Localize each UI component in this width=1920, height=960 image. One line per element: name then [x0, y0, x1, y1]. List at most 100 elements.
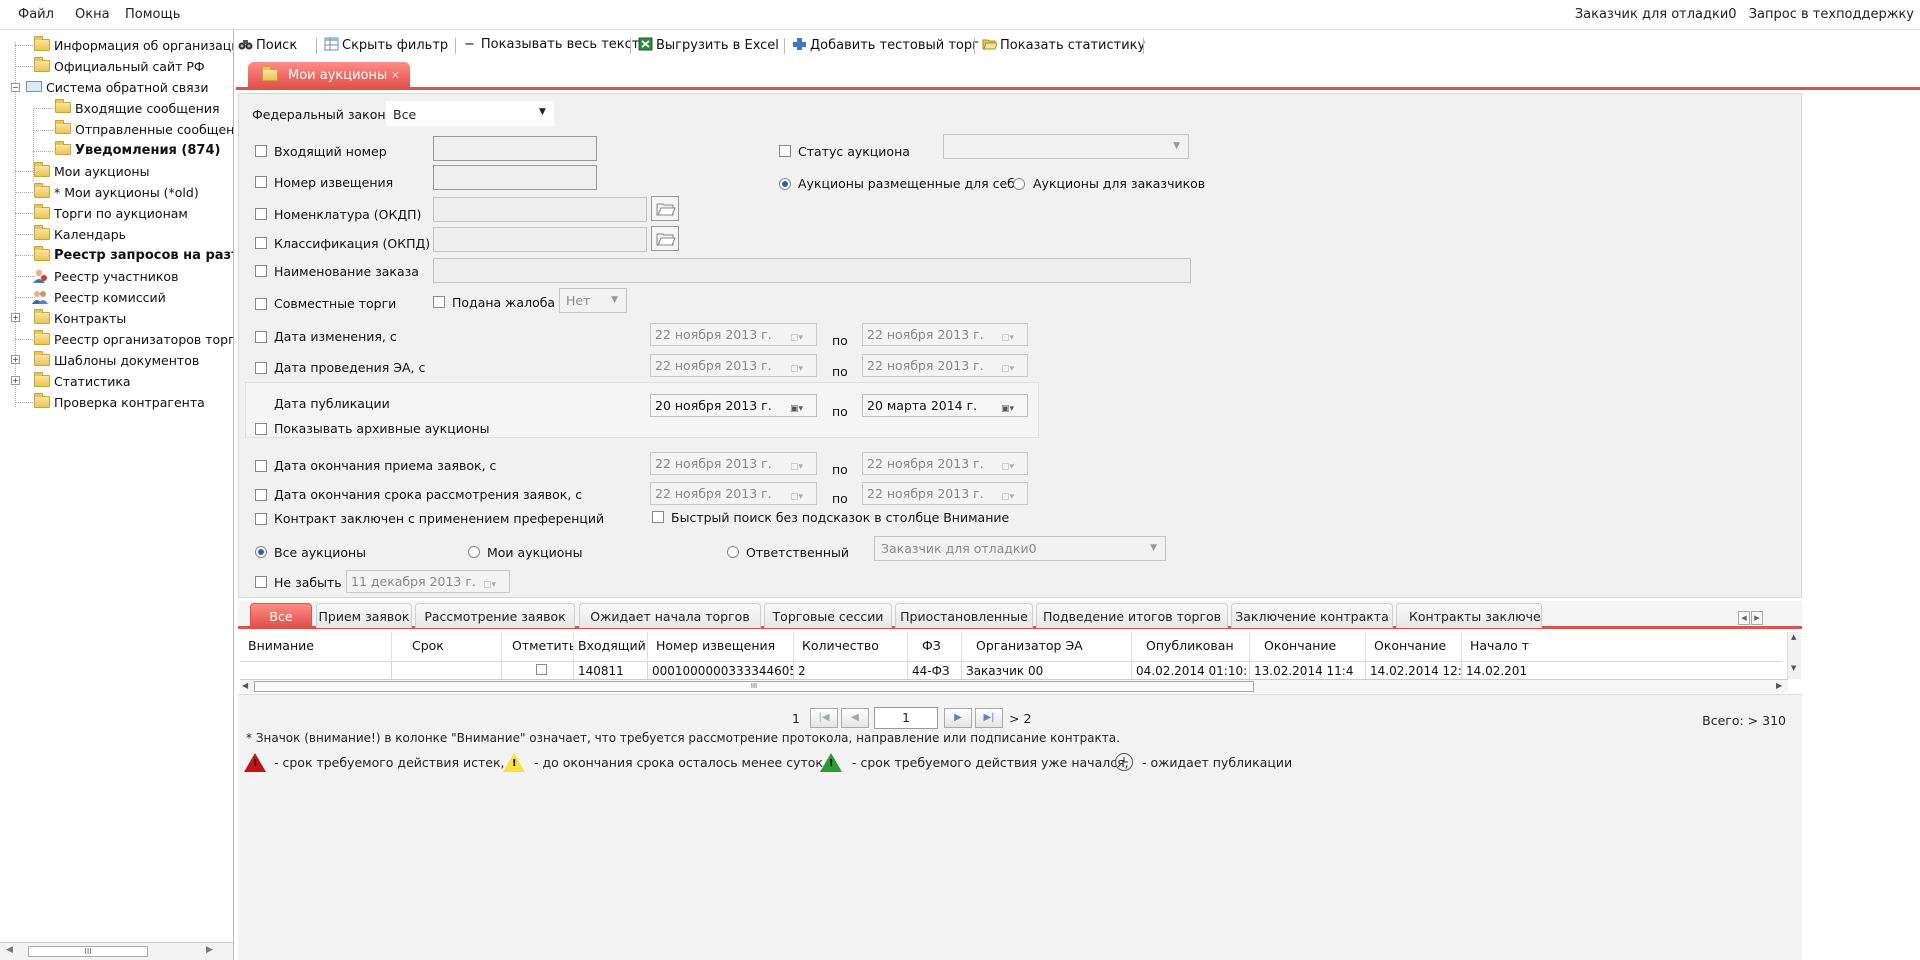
incoming-number-input[interactable] — [433, 136, 597, 161]
tree-item-my-auctions[interactable]: Мои аукционы — [54, 161, 149, 182]
scroll-left-icon[interactable]: ◀ — [6, 945, 13, 955]
calendar-icon[interactable]: ▢▾ — [1001, 457, 1023, 472]
auctions-for-self-radio[interactable] — [779, 178, 791, 190]
responsible-select[interactable]: Заказчик для отладки0 ▼ — [874, 536, 1166, 561]
tree-item-counterparty-check[interactable]: Проверка контрагента — [54, 392, 205, 413]
auction-status-checkbox[interactable] — [779, 145, 791, 157]
tab-contracts-concluded[interactable]: Контракты заключе — [1396, 603, 1542, 628]
next-page-button[interactable]: ▶ — [944, 708, 972, 728]
incoming-number-checkbox[interactable] — [255, 145, 267, 157]
column-header[interactable]: Окончание — [1366, 632, 1462, 660]
scroll-right-icon[interactable]: ▶ — [206, 945, 213, 955]
joint-trades-checkbox[interactable] — [255, 298, 267, 310]
table-horizontal-scrollbar[interactable]: ◀ III ▶ — [240, 679, 1788, 693]
calendar-icon[interactable]: ▢▾ — [790, 457, 812, 472]
add-test-trade-button[interactable]: Добавить тестовый торг — [792, 37, 979, 53]
calendar-icon[interactable]: ▢▾ — [790, 359, 812, 374]
publication-date-from[interactable]: 20 ноября 2013 г. ▣▾ — [650, 394, 817, 417]
expand-icon[interactable]: + — [11, 355, 20, 364]
menu-file[interactable]: Файл — [18, 7, 54, 22]
expand-icon[interactable]: + — [11, 313, 20, 322]
responsible-radio[interactable] — [727, 546, 739, 558]
tab-suspended[interactable]: Приостановленные — [895, 603, 1033, 628]
dont-forget-date[interactable]: 11 декабря 2013 г. ▢▾ — [346, 570, 510, 593]
table-vertical-scrollbar[interactable]: ▲ ▼ — [1787, 632, 1801, 679]
classification-checkbox[interactable] — [255, 237, 267, 249]
column-header[interactable]: Входящий — [574, 632, 648, 660]
end-apps-checkbox[interactable] — [255, 460, 267, 472]
prev-page-button[interactable]: ◀ — [841, 708, 869, 728]
preferences-checkbox[interactable] — [255, 513, 267, 525]
first-page-button[interactable]: |◀ — [810, 708, 838, 728]
calendar-icon[interactable]: ▣▾ — [790, 399, 812, 414]
scroll-right-icon[interactable]: ▶ — [1776, 681, 1782, 690]
column-header[interactable]: Окончание — [1250, 632, 1366, 660]
column-header[interactable]: Опубликован — [1132, 632, 1250, 660]
calendar-icon[interactable]: ▢▾ — [1001, 328, 1023, 343]
change-date-checkbox[interactable] — [255, 331, 267, 343]
tree-item-commission-registry[interactable]: Реестр комиссий — [54, 287, 166, 308]
column-header[interactable]: Количество — [794, 632, 908, 660]
tab-scroll-left-icon[interactable]: ◀ — [1738, 611, 1750, 625]
scroll-thumb[interactable]: III — [254, 681, 1254, 692]
tree-item-official-site[interactable]: Официальный сайт РФ — [54, 56, 205, 77]
classification-browse-button[interactable] — [651, 226, 679, 251]
change-date-to[interactable]: 22 ноября 2013 г. ▢▾ — [862, 323, 1028, 346]
tree-item-sent-messages[interactable]: Отправленные сообщения — [75, 119, 233, 140]
tab-trading-sessions[interactable]: Торговые сессии — [764, 603, 892, 628]
tree-item-participant-registry[interactable]: Реестр участников — [54, 266, 178, 287]
column-header[interactable]: Отметить — [502, 632, 574, 660]
column-header[interactable]: Организатор ЭА — [962, 632, 1132, 660]
tab-my-auctions[interactable]: Мои аукционы ✕ — [248, 62, 410, 89]
scroll-down-icon[interactable]: ▼ — [1791, 664, 1796, 672]
column-header[interactable]: Начало т — [1462, 632, 1782, 660]
calendar-icon[interactable]: ▣▾ — [1001, 399, 1023, 414]
column-header[interactable]: ФЗ — [908, 632, 962, 660]
column-header[interactable]: Внимание — [240, 632, 392, 660]
tree-item-statistics[interactable]: Статистика — [54, 371, 131, 392]
end-review-from[interactable]: 22 ноября 2013 г. ▢▾ — [650, 482, 817, 505]
order-name-checkbox[interactable] — [255, 265, 267, 277]
show-statistics-button[interactable]: Показать статистику — [982, 37, 1145, 53]
end-apps-from[interactable]: 22 ноября 2013 г. ▢▾ — [650, 452, 817, 475]
change-date-from[interactable]: 22 ноября 2013 г. ▢▾ — [650, 323, 817, 346]
calendar-icon[interactable]: ▢▾ — [1001, 359, 1023, 374]
calendar-icon[interactable]: ▢▾ — [1001, 487, 1023, 502]
menu-windows[interactable]: Окна — [75, 7, 110, 22]
end-review-checkbox[interactable] — [255, 489, 267, 501]
my-auctions-radio[interactable] — [468, 546, 480, 558]
search-button[interactable]: Поиск — [238, 37, 297, 53]
scroll-up-icon[interactable]: ▲ — [1791, 633, 1796, 641]
auction-status-select[interactable]: ▼ — [943, 134, 1189, 159]
show-archive-checkbox[interactable] — [255, 423, 267, 435]
close-icon[interactable]: ✕ — [391, 62, 400, 89]
ea-date-from[interactable]: 22 ноября 2013 г. ▢▾ — [650, 354, 817, 377]
nomenclature-input[interactable] — [433, 197, 647, 222]
tree-item-incoming-messages[interactable]: Входящие сообщения — [75, 98, 220, 119]
current-user-link[interactable]: Заказчик для отладки0 — [1575, 7, 1737, 22]
tree-item-org-info[interactable]: Информация об организации — [54, 35, 233, 56]
order-name-input[interactable] — [433, 258, 1191, 283]
auctions-for-customers-radio[interactable] — [1013, 178, 1025, 190]
tab-contract-conclusion[interactable]: Заключение контракта — [1231, 603, 1393, 628]
end-apps-to[interactable]: 22 ноября 2013 г. ▢▾ — [862, 452, 1028, 475]
complaint-checkbox[interactable] — [433, 296, 445, 308]
calendar-icon[interactable]: ▢▾ — [790, 487, 812, 502]
tree-item-clarification-registry[interactable]: Реестр запросов на разъя — [54, 245, 233, 266]
tree-item-doc-templates[interactable]: Шаблоны документов — [54, 350, 199, 371]
column-header[interactable]: Срок — [392, 632, 502, 660]
expand-icon[interactable]: + — [11, 376, 20, 385]
tree-item-my-auctions-old[interactable]: * Мои аукционы (*old) — [54, 182, 199, 203]
all-auctions-radio[interactable] — [255, 546, 267, 558]
tree-horizontal-scrollbar[interactable]: ◀ III ▶ — [0, 942, 233, 960]
fast-search-checkbox[interactable] — [652, 511, 664, 523]
tree-item-feedback-system[interactable]: Система обратной связи — [46, 77, 208, 98]
table-cell[interactable]: 0001000000333344605 — [648, 661, 794, 679]
tree-item-auction-trades[interactable]: Торги по аукционам — [54, 203, 188, 224]
publication-date-to[interactable]: 20 марта 2014 г. ▣▾ — [862, 394, 1028, 417]
menu-help[interactable]: Помощь — [125, 7, 180, 22]
tab-all[interactable]: Все — [250, 603, 312, 628]
table-cell[interactable]: 140811 — [574, 661, 648, 679]
tree-item-notifications[interactable]: Уведомления (874) — [75, 140, 220, 161]
mark-checkbox[interactable] — [536, 664, 547, 675]
